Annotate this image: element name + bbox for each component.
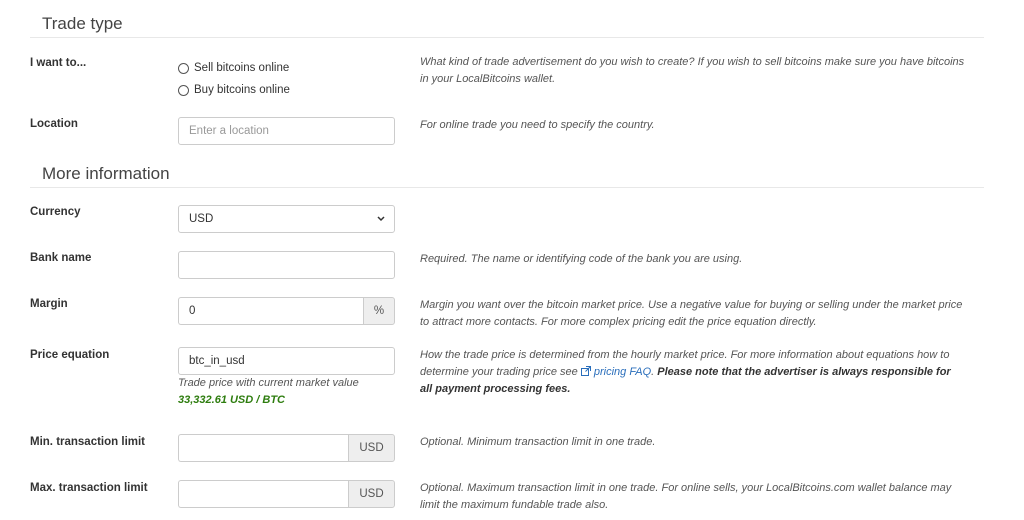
min-limit-currency-addon: USD [348,434,395,462]
max-limit-label: Max. transaction limit [30,482,148,494]
radio-button[interactable] [178,84,189,96]
max-limit-input[interactable] [178,480,348,508]
margin-percent-addon: % [363,297,395,325]
radio-sell-online[interactable]: Sell bitcoins online [178,62,289,74]
min-limit-input[interactable] [178,434,348,462]
radio-sell-label: Sell bitcoins online [194,62,290,74]
max-limit-currency-addon: USD [348,480,395,508]
margin-help: Margin you want over the bitcoin market … [420,299,963,328]
currency-value: USD [189,213,214,225]
max-limit-input-group: USD [178,480,395,508]
min-limit-input-group: USD [178,434,395,462]
bank-name-label: Bank name [30,252,92,264]
i-want-to-label: I want to... [30,57,87,69]
location-label: Location [30,118,78,130]
location-input[interactable]: Enter a location [178,117,395,145]
location-help: For online trade you need to specify the… [420,119,655,131]
radio-button[interactable] [178,62,189,74]
section-divider [30,37,984,38]
external-link-icon [580,366,591,378]
currency-select[interactable]: USD [178,205,395,233]
min-limit-help: Optional. Minimum transaction limit in o… [420,436,656,448]
max-limit-help: Optional. Maximum transaction limit in o… [420,482,952,511]
pricing-faq-link[interactable]: pricing FAQ [580,366,652,378]
pricing-faq-label: pricing FAQ [593,366,652,378]
margin-label: Margin [30,298,68,310]
price-equation-help: How the trade price is determined from t… [420,349,951,395]
price-equation-label: Price equation [30,349,110,361]
radio-buy-online[interactable]: Buy bitcoins online [178,84,290,96]
radio-buy-label: Buy bitcoins online [194,84,290,96]
margin-input[interactable]: 0 [178,297,363,325]
price-equation-input[interactable]: btc_in_usd [178,347,395,375]
trade-type-help: What kind of trade advertisement do you … [420,56,965,85]
section-title-trade-type: Trade type [42,14,123,33]
bank-name-help: Required. The name or identifying code o… [420,253,743,265]
section-divider [30,187,984,188]
currency-label: Currency [30,206,81,218]
section-title-more-info: More information [42,164,170,183]
min-limit-label: Min. transaction limit [30,436,146,448]
current-price: 33,332.61 USD / BTC [178,394,285,406]
margin-input-group: 0 % [178,297,395,325]
bank-name-input[interactable] [178,251,395,279]
chevron-down-icon [376,206,386,243]
price-note: Trade price with current market value [178,377,359,389]
